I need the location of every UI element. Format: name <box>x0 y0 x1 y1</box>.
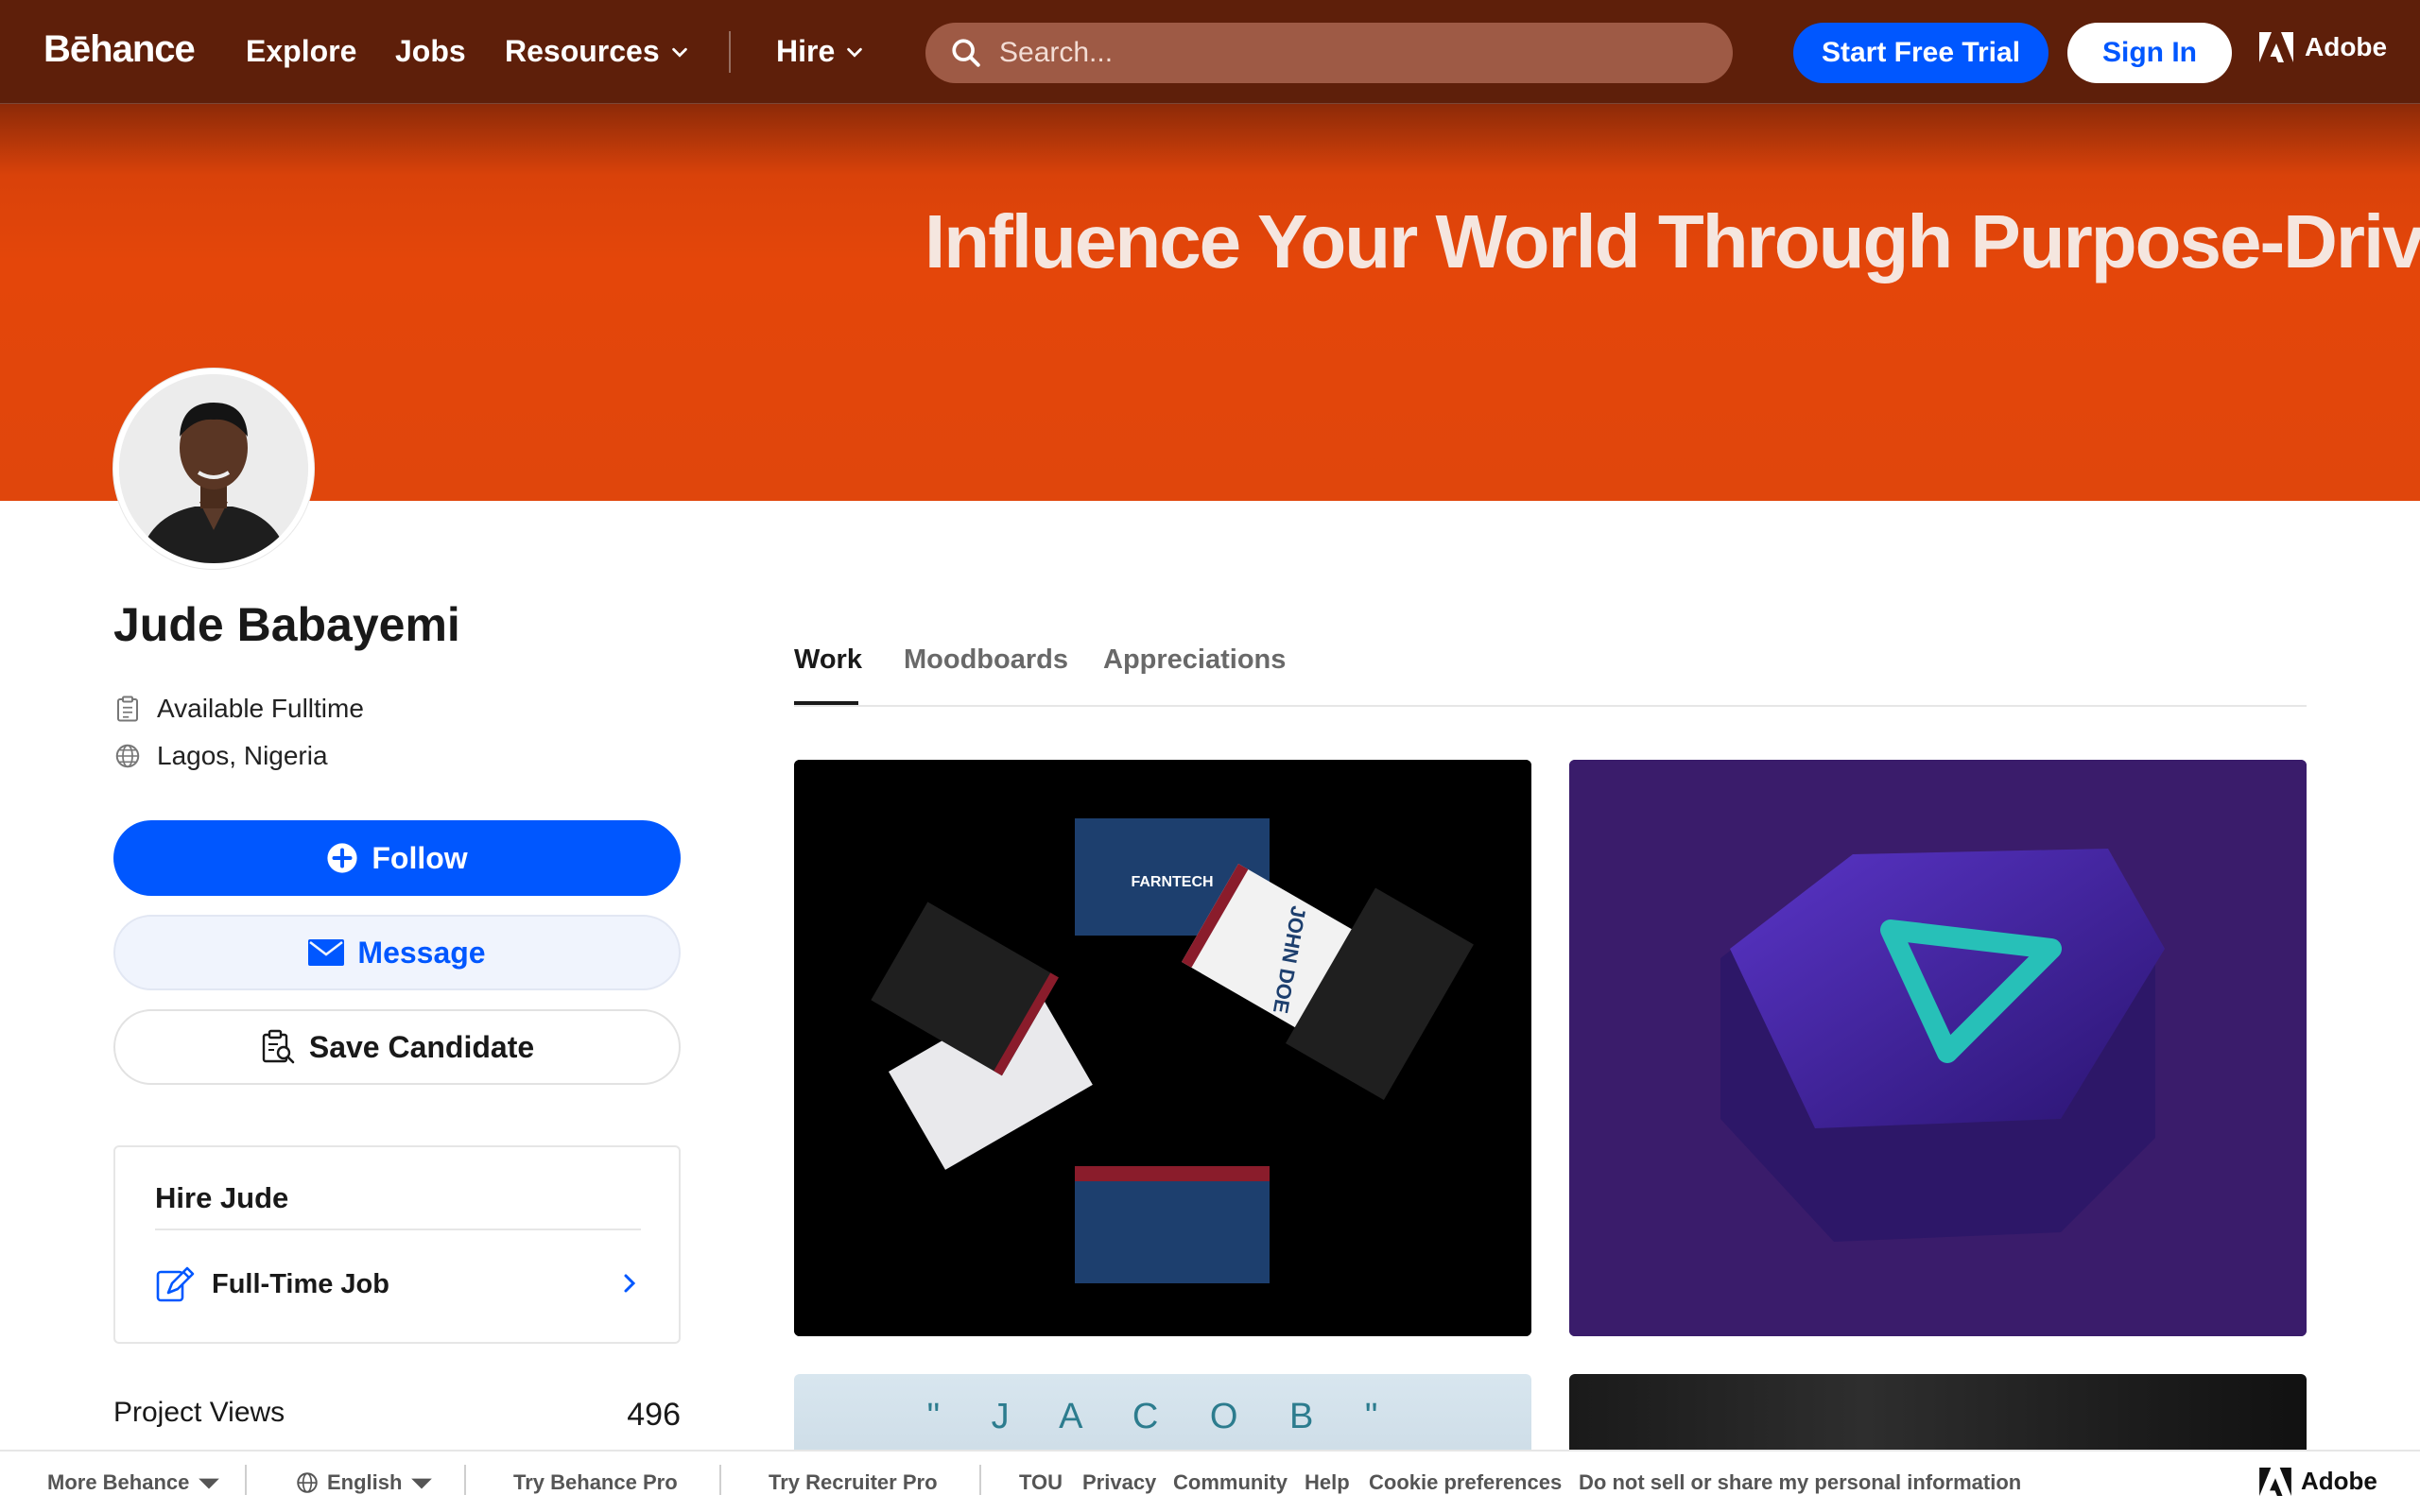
start-free-trial-button[interactable]: Start Free Trial <box>1793 23 2048 83</box>
project-card-business-cards[interactable]: FARNTECH JOHN DOE <box>794 760 1531 1336</box>
full-time-job-option[interactable]: Full-Time Job <box>155 1263 641 1306</box>
business-cards-artwork: FARNTECH JOHN DOE <box>794 760 1531 1336</box>
language-selector[interactable]: English <box>295 1470 434 1495</box>
follow-label: Follow <box>372 840 468 875</box>
envelope-icon <box>308 939 345 966</box>
adobe-label: Adobe <box>2305 32 2388 61</box>
save-candidate-label: Save Candidate <box>308 1029 535 1064</box>
footer-divider <box>245 1465 247 1495</box>
nav-resources[interactable]: Resources <box>505 34 690 69</box>
follow-button[interactable]: Follow <box>113 820 681 896</box>
footer-divider <box>979 1465 981 1495</box>
nav-hire-label: Hire <box>776 34 836 68</box>
project-card-keycap[interactable] <box>1569 760 2307 1336</box>
hire-card-title: Hire Jude <box>155 1181 289 1214</box>
top-navigation-bar: Bēhance Explore Jobs Resources Hire Star… <box>0 0 2420 104</box>
location-row: Lagos, Nigeria <box>113 741 328 771</box>
tab-moodboards[interactable]: Moodboards <box>904 644 1068 676</box>
chevron-right-icon <box>624 1274 636 1293</box>
search-icon <box>952 39 980 67</box>
adobe-logo-icon <box>2259 32 2293 62</box>
try-behance-pro-link[interactable]: Try Behance Pro <box>513 1470 678 1495</box>
plus-circle-icon <box>327 843 357 873</box>
project-views-stat: Project Views 496 <box>113 1397 681 1434</box>
project-views-value: 496 <box>627 1397 681 1433</box>
jacob-title: " J A C O B " <box>926 1397 1399 1436</box>
nav-hire[interactable]: Hire <box>776 34 865 69</box>
caret-down-icon <box>411 1478 433 1489</box>
adobe-link[interactable]: Adobe <box>2259 32 2387 62</box>
hire-card-divider <box>155 1228 641 1230</box>
footer-adobe-label: Adobe <box>2301 1467 2377 1495</box>
hire-card: Hire Jude Full-Time Job <box>113 1145 681 1344</box>
edit-document-icon <box>156 1266 195 1302</box>
avatar-photo <box>119 374 308 563</box>
footer-link-tou[interactable]: TOU <box>1019 1470 1063 1495</box>
banner-headline: Influence Your World Through Purpose-Dri… <box>925 199 2420 284</box>
adobe-logo-icon <box>2259 1467 2291 1496</box>
nav-explore[interactable]: Explore <box>246 34 356 69</box>
keycap-artwork <box>1569 760 2307 1336</box>
profile-name: Jude Babayemi <box>113 598 460 651</box>
behance-logo[interactable]: Bēhance <box>43 28 196 71</box>
project-views-label: Project Views <box>113 1397 285 1428</box>
search-bar[interactable] <box>925 23 1733 83</box>
more-behance-label: More Behance <box>47 1470 190 1494</box>
availability-row: Available Fulltime <box>113 694 364 724</box>
caret-down-icon <box>199 1478 220 1489</box>
availability-text: Available Fulltime <box>157 694 364 723</box>
nav-explore-label: Explore <box>246 34 357 68</box>
footer-link-help[interactable]: Help <box>1305 1470 1350 1495</box>
avatar <box>113 369 314 569</box>
sign-in-button[interactable]: Sign In <box>2067 23 2232 83</box>
location-text: Lagos, Nigeria <box>157 741 328 770</box>
footer-adobe-link[interactable]: Adobe <box>2259 1467 2377 1496</box>
full-time-job-label: Full-Time Job <box>212 1268 389 1299</box>
tab-appreciations[interactable]: Appreciations <box>1103 644 1286 676</box>
footer-link-community[interactable]: Community <box>1173 1470 1288 1495</box>
save-candidate-button[interactable]: Save Candidate <box>113 1009 681 1085</box>
nav-jobs[interactable]: Jobs <box>395 34 466 69</box>
footer-link-cookie-preferences[interactable]: Cookie preferences <box>1369 1470 1562 1495</box>
nav-divider <box>729 31 731 73</box>
footer-link-privacy[interactable]: Privacy <box>1082 1470 1156 1495</box>
language-label: English <box>327 1470 403 1494</box>
card-brand-text: FARNTECH <box>1131 874 1213 890</box>
more-behance-menu[interactable]: More Behance <box>47 1470 221 1495</box>
nav-resources-label: Resources <box>505 34 660 68</box>
chevron-down-icon <box>671 47 687 58</box>
footer-link-do-not-sell[interactable]: Do not sell or share my personal informa… <box>1579 1470 2021 1495</box>
footer-divider <box>719 1465 721 1495</box>
try-recruiter-pro-link[interactable]: Try Recruiter Pro <box>769 1470 938 1495</box>
footer-divider <box>464 1465 466 1495</box>
message-label: Message <box>357 935 486 970</box>
clipboard-icon <box>117 696 138 722</box>
nav-jobs-label: Jobs <box>395 34 466 68</box>
footer-bar: More Behance English Try Behance Pro Try… <box>0 1450 2420 1512</box>
globe-icon <box>297 1472 318 1493</box>
active-tab-indicator <box>794 701 858 705</box>
tab-work[interactable]: Work <box>794 644 862 676</box>
chevron-down-icon <box>847 47 863 58</box>
globe-icon <box>115 744 140 768</box>
search-input[interactable] <box>999 37 1718 69</box>
profile-banner: Influence Your World Through Purpose-Dri… <box>0 104 2420 501</box>
message-button[interactable]: Message <box>113 915 681 990</box>
clipboard-search-icon <box>262 1029 295 1064</box>
profile-tabs: Work Moodboards Appreciations <box>794 639 2307 707</box>
